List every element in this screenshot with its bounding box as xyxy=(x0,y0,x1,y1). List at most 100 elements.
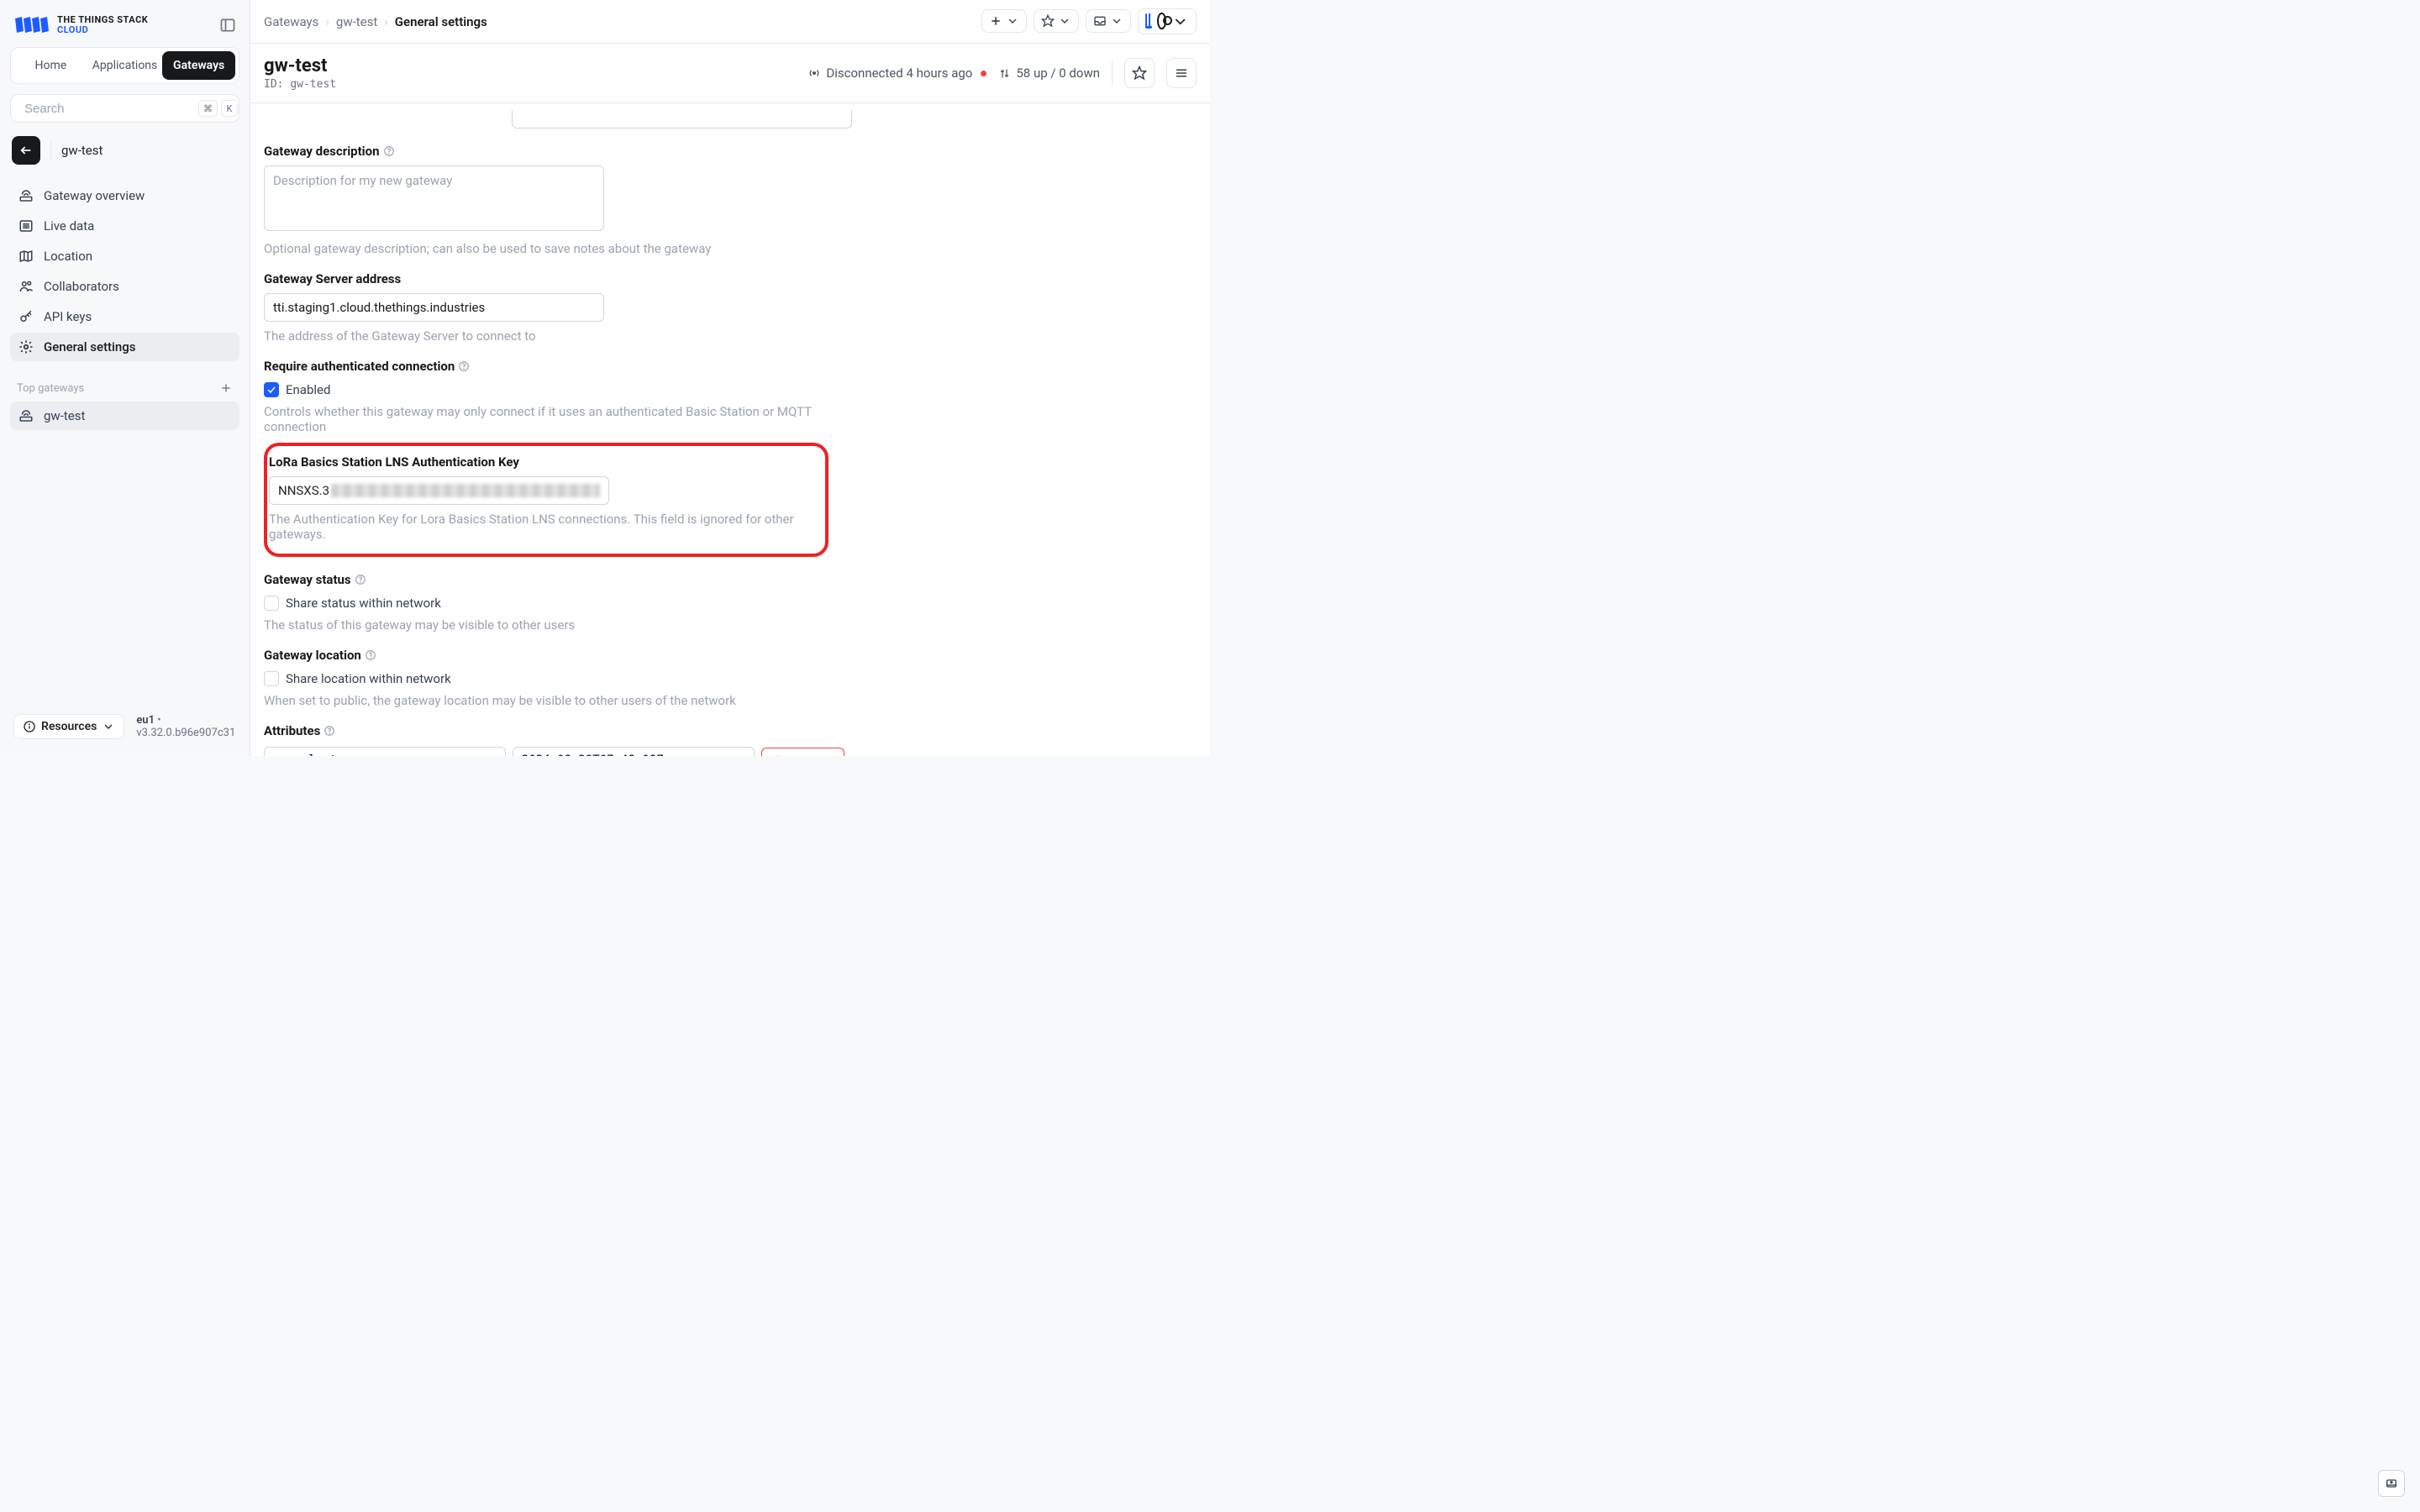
updown-icon xyxy=(998,67,1011,80)
gateway-description-input[interactable] xyxy=(264,165,604,231)
sidebar-item-livedata[interactable]: Live data xyxy=(10,212,239,240)
topbar-actions xyxy=(981,8,1197,34)
help-icon[interactable] xyxy=(355,574,366,585)
star-menu-button[interactable] xyxy=(1034,9,1079,33)
chevron-right-icon: › xyxy=(384,14,388,29)
lns-key-input[interactable]: NNSXS.3 xyxy=(269,476,609,505)
sidebar-item-general-settings[interactable]: General settings xyxy=(10,333,239,361)
hint: Controls whether this gateway may only c… xyxy=(264,404,852,434)
map-icon xyxy=(18,249,34,264)
attr-value-input[interactable] xyxy=(513,747,755,756)
hint: The status of this gateway may be visibl… xyxy=(264,617,852,633)
support-button[interactable] xyxy=(2378,1470,2405,1497)
gateway-server-input[interactable] xyxy=(264,293,604,322)
require-auth-checkbox[interactable] xyxy=(264,382,279,397)
header-status: Disconnected 4 hours ago 58 up / 0 down xyxy=(808,58,1197,88)
gateway-id: ID: gw-test xyxy=(264,78,336,91)
sidebar-item-label: Location xyxy=(44,249,92,264)
plus-icon[interactable] xyxy=(219,381,233,395)
list-icon xyxy=(18,218,34,234)
card-icon xyxy=(2385,1477,2398,1490)
remove-attr-button[interactable]: Remove xyxy=(761,748,844,756)
star-icon xyxy=(1041,14,1055,28)
share-location-checkbox[interactable] xyxy=(264,671,279,686)
sidebar-item-apikeys[interactable]: API keys xyxy=(10,302,239,331)
tab-applications[interactable]: Applications xyxy=(87,51,163,80)
attribute-row: Remove xyxy=(264,747,852,756)
traffic-stats: 58 up / 0 down xyxy=(998,66,1100,81)
help-icon[interactable] xyxy=(365,649,376,661)
checkbox-label: Enabled xyxy=(286,382,330,397)
add-button[interactable] xyxy=(981,9,1027,33)
trash-icon xyxy=(772,754,785,757)
hint: The address of the Gateway Server to con… xyxy=(264,328,852,344)
hint: When set to public, the gateway location… xyxy=(264,693,852,708)
divider xyxy=(50,141,51,160)
kbd-k: K xyxy=(221,100,238,117)
gateway-nav: Gateway overview Live data Location Coll… xyxy=(10,181,239,361)
favorite-button[interactable] xyxy=(1124,58,1155,88)
brand-mark-icon xyxy=(13,16,50,34)
context-name: gw-test xyxy=(61,143,103,158)
top-gateway-name: gw-test xyxy=(44,408,85,423)
field-gateway-location: Gateway location Share location within n… xyxy=(264,648,852,708)
help-icon[interactable] xyxy=(324,725,335,737)
page-subheader: gw-test ID: gw-test Disconnected 4 hours… xyxy=(250,44,1210,103)
search-input[interactable] xyxy=(24,102,192,116)
back-button[interactable] xyxy=(12,136,40,165)
sidebar-item-label: Gateway overview xyxy=(44,188,145,203)
sidebar: THE THINGS STACK CLOUD Home Applications… xyxy=(0,0,250,756)
inbox-button[interactable] xyxy=(1086,9,1131,33)
topbar: Gateways › gw-test › General settings xyxy=(250,0,1210,44)
redacted-icon xyxy=(331,484,600,497)
partial-hidden-field[interactable] xyxy=(512,110,852,129)
user-avatar-icon xyxy=(1157,13,1166,29)
field-require-auth: Require authenticated connection Enabled… xyxy=(264,359,852,434)
breadcrumb-gateways[interactable]: Gateways xyxy=(264,14,318,29)
breadcrumb-current: General settings xyxy=(395,14,487,29)
help-icon[interactable] xyxy=(458,360,470,372)
hint: Optional gateway description; can also b… xyxy=(264,241,852,256)
chevron-right-icon: › xyxy=(325,14,329,29)
status-dot-icon xyxy=(981,71,986,76)
sidebar-item-overview[interactable]: Gateway overview xyxy=(10,181,239,210)
chevron-down-icon xyxy=(102,720,115,733)
tab-home[interactable]: Home xyxy=(14,51,87,80)
field-gateway-status: Gateway status Share status within netwo… xyxy=(264,572,852,633)
connection-status: Disconnected 4 hours ago xyxy=(808,66,986,81)
breadcrumb-gateway[interactable]: gw-test xyxy=(336,14,377,29)
main: Gateways › gw-test › General settings xyxy=(250,0,1210,756)
star-icon xyxy=(1132,66,1147,81)
divider xyxy=(1112,60,1113,86)
resources-button[interactable]: Resources xyxy=(13,714,124,739)
search-box[interactable]: ⌘ K xyxy=(10,94,239,123)
form-content: Gateway description Optional gateway des… xyxy=(250,103,1210,756)
inbox-icon xyxy=(1093,14,1107,28)
check-icon xyxy=(266,385,276,395)
logo-row: THE THINGS STACK CLOUD xyxy=(10,10,239,47)
gear-icon xyxy=(18,339,34,354)
menu-button[interactable] xyxy=(1166,58,1197,88)
sidebar-item-collaborators[interactable]: Collaborators xyxy=(10,272,239,301)
field-attributes: Attributes Remove Remove xyxy=(264,723,852,756)
sidebar-item-location[interactable]: Location xyxy=(10,242,239,270)
account-switcher[interactable] xyxy=(1138,8,1197,34)
share-status-checkbox[interactable] xyxy=(264,596,279,611)
main-nav-tabs: Home Applications Gateways xyxy=(10,47,239,84)
chevron-down-icon xyxy=(1110,14,1123,28)
top-gateway-item[interactable]: gw-test xyxy=(10,402,239,430)
info-icon xyxy=(23,720,36,733)
tab-gateways[interactable]: Gateways xyxy=(162,51,235,80)
broadcast-icon xyxy=(808,66,821,80)
help-icon[interactable] xyxy=(383,145,395,157)
version-info: eu1 • v3.32.0.b96e907c31 xyxy=(136,714,236,739)
attr-key-input[interactable] xyxy=(264,747,506,756)
collapse-sidebar-icon[interactable] xyxy=(219,17,236,34)
sidebar-item-label: Collaborators xyxy=(44,279,119,294)
users-icon xyxy=(18,279,34,294)
gateway-icon xyxy=(18,188,34,203)
page-title: gw-test xyxy=(264,55,336,76)
sidebar-item-label: Live data xyxy=(44,218,94,234)
brand-logo[interactable]: THE THINGS STACK CLOUD xyxy=(13,15,148,35)
brand-line2: CLOUD xyxy=(57,25,148,35)
